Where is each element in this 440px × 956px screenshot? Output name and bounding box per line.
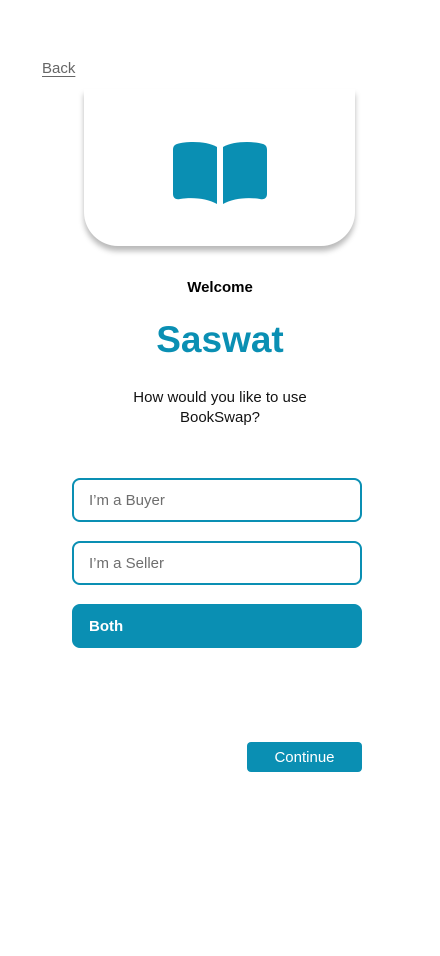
logo-card bbox=[84, 89, 355, 246]
continue-button[interactable]: Continue bbox=[247, 742, 362, 772]
option-buyer[interactable]: I’m a Buyer bbox=[72, 478, 362, 522]
back-link[interactable]: Back bbox=[42, 60, 75, 77]
option-both[interactable]: Both bbox=[72, 604, 362, 648]
option-seller[interactable]: I’m a Seller bbox=[72, 541, 362, 585]
usage-question: How would you like to use BookSwap? bbox=[133, 389, 307, 426]
user-name: Saswat bbox=[156, 319, 284, 360]
welcome-heading: Welcome bbox=[187, 279, 253, 296]
open-book-icon bbox=[172, 141, 267, 204]
